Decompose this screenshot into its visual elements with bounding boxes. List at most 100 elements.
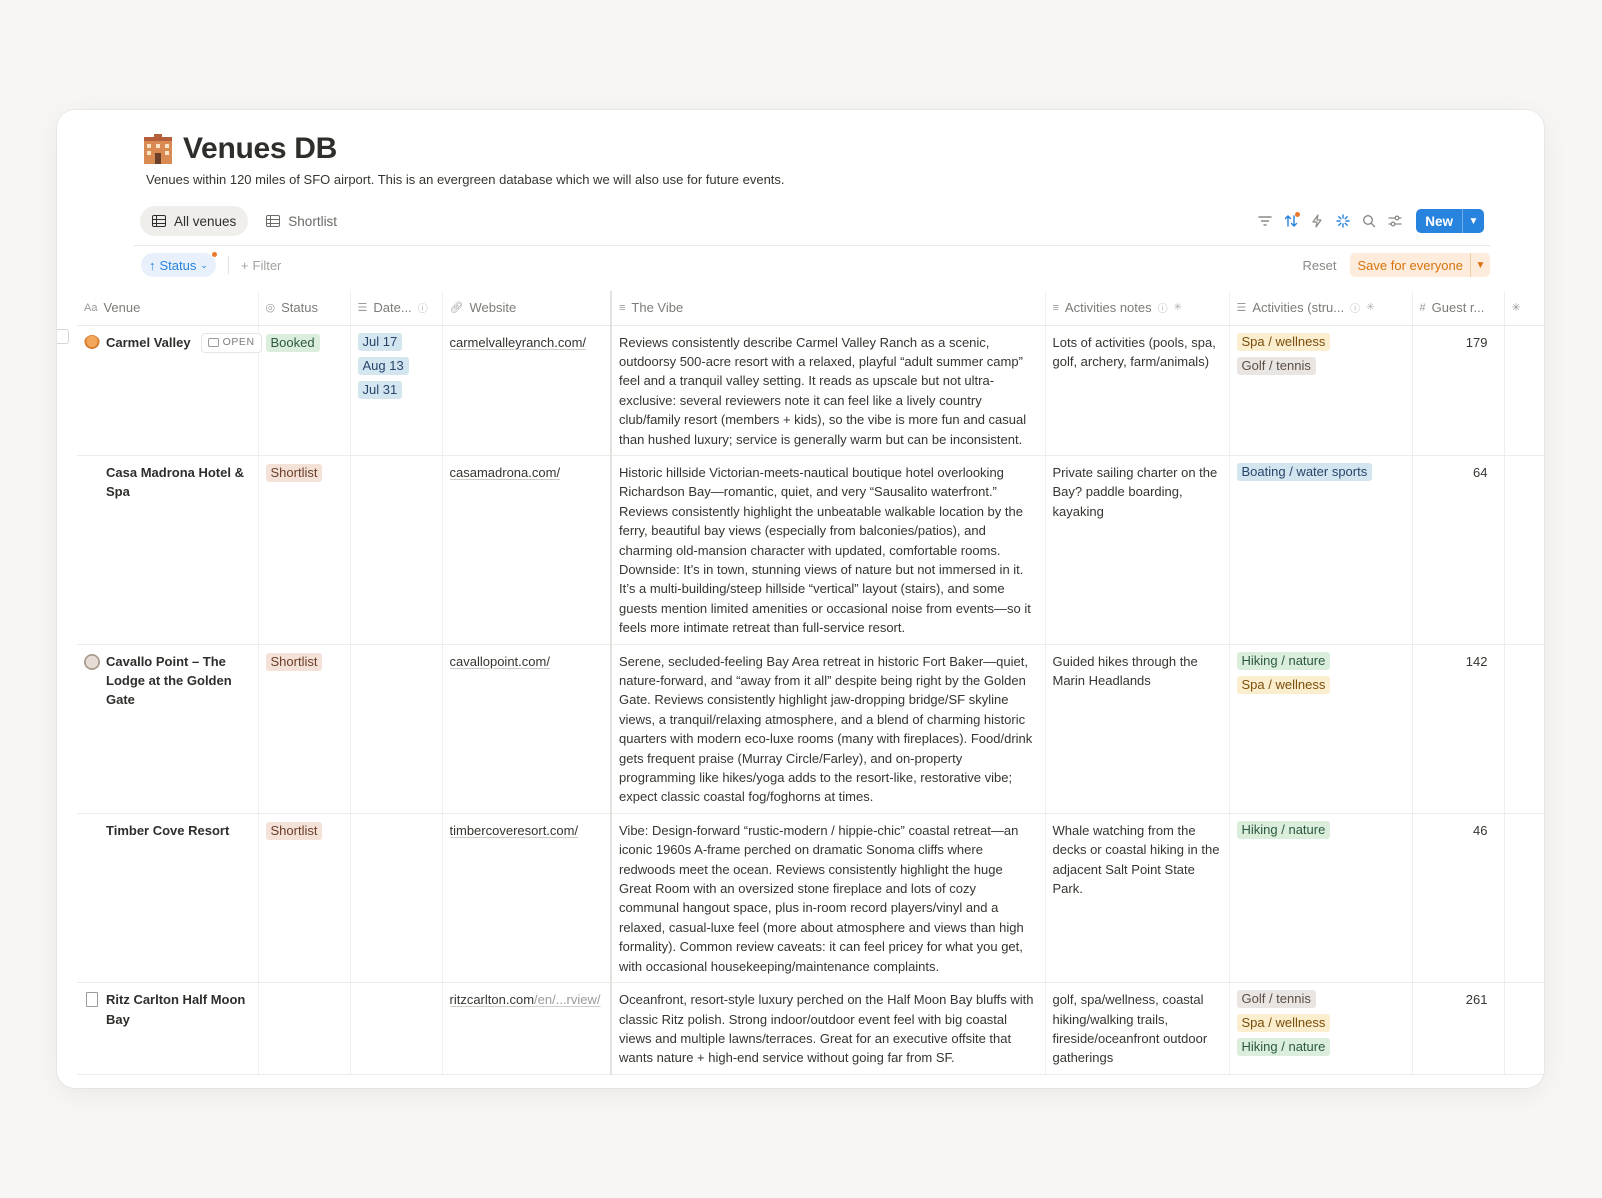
settings-icon[interactable] <box>1386 212 1404 230</box>
venue-cell[interactable]: Carmel Valley OPEN <box>77 325 262 456</box>
venue-cell[interactable]: Timber Cove Resort <box>77 813 259 984</box>
activities-notes-cell[interactable]: Lots of activities (pools, spa, golf, ar… <box>1045 325 1230 456</box>
date-cell[interactable] <box>350 813 443 984</box>
activity-tag: Spa / wellness <box>1236 1014 1331 1033</box>
title-row: Venues DB <box>141 132 337 166</box>
guest-count-cell[interactable]: 261 <box>1412 982 1505 1075</box>
chevron-down-icon: ⌄ <box>200 259 208 270</box>
vibe-cell[interactable]: Reviews consistently describe Carmel Val… <box>610 325 1046 456</box>
date-cell[interactable] <box>350 982 443 1075</box>
table-icon <box>266 215 281 227</box>
venue-cell[interactable]: Cavallo Point – The Lodge at the Golden … <box>77 644 259 814</box>
number-property-icon: # <box>1419 301 1426 314</box>
ai-icon[interactable] <box>1334 212 1352 230</box>
date-cell[interactable] <box>350 644 443 814</box>
new-button[interactable]: New ▼ <box>1416 209 1484 233</box>
chevron-down-icon[interactable]: ▼ <box>1462 209 1484 233</box>
guest-count-cell[interactable]: 46 <box>1412 813 1505 984</box>
website-cell[interactable]: carmelvalleyranch.com/ <box>442 325 612 456</box>
sort-status-chip[interactable]: ↑ Status ⌄ <box>141 252 217 277</box>
column-label: Venue <box>103 300 141 316</box>
website-link[interactable]: casamadrona.com/ <box>450 463 604 482</box>
header-row: Aa Venue ◎ Status ☰ Date... ⓘ 🔗︎ Website ≡ The… <box>77 291 1544 326</box>
info-icon[interactable]: ⓘ <box>1158 300 1168 315</box>
website-link[interactable]: ritzcarlton.com/en/...rview/ <box>450 990 604 1009</box>
activities-cell[interactable]: Golf / tennis Spa / wellness Hiking / na… <box>1229 982 1413 1075</box>
status-cell[interactable] <box>258 982 351 1075</box>
search-icon[interactable] <box>1360 212 1378 230</box>
tree-icon <box>84 334 100 351</box>
status-cell[interactable]: Shortlist <box>258 455 351 645</box>
activities-cell[interactable]: Hiking / nature Spa / wellness <box>1229 644 1413 814</box>
guest-count-cell[interactable]: 64 <box>1412 455 1505 645</box>
empty-cell[interactable] <box>1504 644 1544 814</box>
venue-cell[interactable]: Ritz Carlton Half Moon Bay <box>77 982 259 1075</box>
activities-cell[interactable]: Boating / water sports <box>1229 455 1413 645</box>
ai-icon[interactable]: ✳ <box>1366 302 1374 313</box>
automation-icon[interactable] <box>1308 212 1326 230</box>
database-page: Venues DB Venues within 120 miles of SFO… <box>57 110 1544 1088</box>
table-row[interactable]: Cavallo Point – The Lodge at the Golden … <box>77 644 1544 814</box>
vibe-cell[interactable]: Vibe: Design-forward “rustic-modern / hi… <box>610 813 1046 984</box>
table-row[interactable]: Timber Cove Resort Shortlist timbercover… <box>77 813 1544 984</box>
sort-icon[interactable] <box>1282 212 1301 230</box>
chevron-down-icon[interactable]: ▼ <box>1470 253 1490 277</box>
empty-cell[interactable] <box>1504 813 1544 984</box>
vibe-cell[interactable]: Serene, secluded-feeling Bay Area retrea… <box>610 644 1046 814</box>
column-header-activities-notes[interactable]: ≡ Activities notes ⓘ ✳ <box>1045 291 1230 326</box>
info-icon[interactable]: ⓘ <box>418 300 428 315</box>
view-tabs: All venues Shortlist <box>140 206 349 236</box>
column-header-venue[interactable]: Aa Venue <box>77 291 259 326</box>
guest-count-cell[interactable]: 142 <box>1412 644 1505 814</box>
website-cell[interactable]: ritzcarlton.com/en/...rview/ <box>442 982 612 1075</box>
open-row-button[interactable]: OPEN <box>200 332 262 353</box>
website-cell[interactable]: casamadrona.com/ <box>442 455 612 645</box>
save-for-everyone-button[interactable]: Save for everyone ▼ <box>1350 253 1490 277</box>
website-link[interactable]: timbercoveresort.com/ <box>450 821 604 840</box>
activities-notes-cell[interactable]: Whale watching from the decks or coastal… <box>1045 813 1230 984</box>
activity-tag: Golf / tennis <box>1236 356 1316 375</box>
tab-shortlist[interactable]: Shortlist <box>254 206 349 236</box>
website-cell[interactable]: timbercoveresort.com/ <box>442 813 612 984</box>
activities-notes-cell[interactable]: golf, spa/wellness, coastal hiking/walki… <box>1045 982 1230 1075</box>
empty-cell[interactable] <box>1504 455 1544 645</box>
sort-badge <box>211 252 217 257</box>
column-header-status[interactable]: ◎ Status <box>258 291 351 326</box>
table-row[interactable]: Casa Madrona Hotel & Spa Shortlist casam… <box>77 455 1544 645</box>
panel-icon <box>207 338 219 347</box>
activities-notes-cell[interactable]: Private sailing charter on the Bay? padd… <box>1045 455 1230 645</box>
info-icon[interactable]: ⓘ <box>1350 300 1360 315</box>
website-link[interactable]: cavallopoint.com/ <box>450 652 604 671</box>
table-row[interactable]: Ritz Carlton Half Moon Bay ritzcarlton.c… <box>77 982 1544 1075</box>
add-filter-button[interactable]: + Filter <box>241 258 281 273</box>
website-link[interactable]: carmelvalleyranch.com/ <box>450 333 604 352</box>
status-cell[interactable]: Shortlist <box>258 813 351 984</box>
vibe-cell[interactable]: Historic hillside Victorian-meets-nautic… <box>610 455 1046 645</box>
status-cell[interactable]: Shortlist <box>258 644 351 814</box>
empty-cell[interactable] <box>1504 325 1544 456</box>
website-cell[interactable]: cavallopoint.com/ <box>442 644 612 814</box>
empty-cell[interactable] <box>1504 982 1544 1075</box>
activities-cell[interactable]: Hiking / nature <box>1229 813 1413 984</box>
column-header-website[interactable]: 🔗︎ Website <box>442 291 612 326</box>
column-header-vibe[interactable]: ≡ The Vibe <box>610 291 1046 326</box>
tab-all-venues[interactable]: All venues <box>140 206 249 236</box>
table-row[interactable]: Carmel Valley OPEN Booked Jul 17 Aug 13 … <box>77 325 1544 456</box>
column-header-activities[interactable]: ☰ Activities (stru... ⓘ ✳ <box>1229 291 1413 326</box>
venue-cell[interactable]: Casa Madrona Hotel & Spa <box>77 455 259 645</box>
vibe-cell[interactable]: Oceanfront, resort-style luxury perched … <box>610 982 1046 1075</box>
filter-icon[interactable] <box>1256 212 1274 230</box>
column-header-guests[interactable]: # Guest r... <box>1412 291 1505 326</box>
column-header-date[interactable]: ☰ Date... ⓘ <box>350 291 443 326</box>
column-header-more[interactable]: ✳ <box>1504 291 1544 326</box>
date-cell[interactable]: Jul 17 Aug 13 Jul 31 <box>350 325 443 456</box>
plus-icon: + <box>240 257 249 273</box>
activities-cell[interactable]: Spa / wellness Golf / tennis <box>1229 325 1413 456</box>
reset-button[interactable]: Reset <box>1303 258 1337 273</box>
status-cell[interactable]: Booked <box>258 325 351 456</box>
row-checkbox[interactable] <box>57 329 69 344</box>
guest-count-cell[interactable]: 179 <box>1412 325 1505 456</box>
ai-icon[interactable]: ✳ <box>1174 302 1182 313</box>
activities-notes-cell[interactable]: Guided hikes through the Marin Headlands <box>1045 644 1230 814</box>
date-cell[interactable] <box>350 455 443 645</box>
